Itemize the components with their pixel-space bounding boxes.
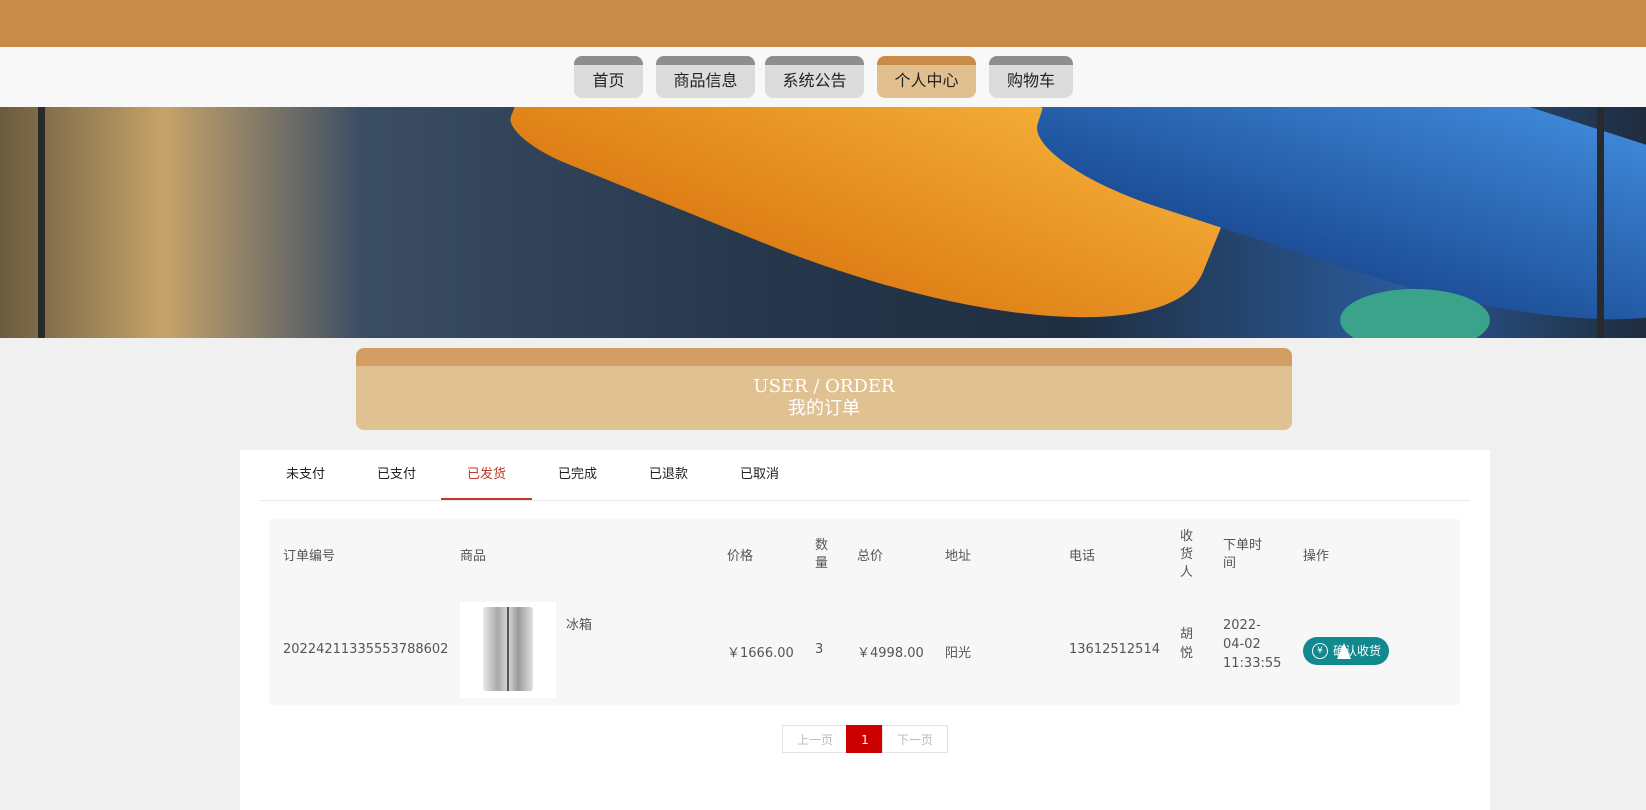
product-name[interactable]: 冰箱 <box>566 614 592 633</box>
order-no: 20224211335553788602 <box>283 642 449 657</box>
col-qty: 数 量 <box>815 538 829 571</box>
orders-table: 订单编号 商品 价格 数 量 总价 地址 电话 收 货 人 下单时 间 操作 2… <box>269 519 1460 705</box>
col-order-no: 订单编号 <box>283 549 336 564</box>
quantity: 3 <box>815 642 824 657</box>
orders-panel: 未支付 已支付 已发货 已完成 已退款 已取消 订单编号 商品 价格 数 量 总… <box>240 450 1490 810</box>
fridge-image <box>483 607 533 691</box>
hero-banner <box>0 107 1646 338</box>
page-title-box: USER / ORDER 我的订单 <box>356 348 1292 430</box>
address: 阳光 <box>945 646 972 661</box>
tab-completed[interactable]: 已完成 <box>532 450 623 500</box>
prev-page-button[interactable]: 上一页 <box>782 725 848 753</box>
order-time: 2022- 04-02 11:33:55 <box>1223 618 1282 671</box>
mouse-cursor-icon <box>1337 643 1351 659</box>
tab-paid[interactable]: 已支付 <box>351 450 442 500</box>
tab-unpaid[interactable]: 未支付 <box>260 450 351 500</box>
product-image[interactable] <box>460 602 556 698</box>
col-price: 价格 <box>727 549 754 564</box>
col-product: 商品 <box>460 549 487 564</box>
phone: 13612512514 <box>1069 642 1160 657</box>
banner-pole <box>1597 107 1604 338</box>
page-1-button[interactable]: 1 <box>846 725 884 753</box>
tab-refunded[interactable]: 已退款 <box>623 450 714 500</box>
top-bar <box>0 0 1646 47</box>
page-title-en: USER / ORDER <box>753 376 895 397</box>
total-price: ￥4998.00 <box>857 646 924 661</box>
receiver: 胡 悦 <box>1180 627 1194 661</box>
col-total: 总价 <box>857 549 884 564</box>
tab-cancelled[interactable]: 已取消 <box>714 450 805 500</box>
col-phone: 电话 <box>1069 549 1096 564</box>
page-title-cn: 我的订单 <box>788 398 860 419</box>
main-nav: 首页 商品信息 系统公告 个人中心 购物车 <box>0 47 1646 107</box>
nav-home[interactable]: 首页 <box>574 56 643 98</box>
col-receiver: 收 货 人 <box>1180 529 1194 580</box>
nav-products[interactable]: 商品信息 <box>656 56 755 98</box>
col-order-time: 下单时 间 <box>1223 538 1263 571</box>
nav-cart[interactable]: 购物车 <box>989 56 1073 98</box>
col-address: 地址 <box>945 549 972 564</box>
tab-shipped[interactable]: 已发货 <box>441 450 532 500</box>
banner-pole <box>38 107 45 338</box>
nav-announcements[interactable]: 系统公告 <box>765 56 864 98</box>
order-status-tabs: 未支付 已支付 已发货 已完成 已退款 已取消 <box>260 450 1470 501</box>
nav-personal-center[interactable]: 个人中心 <box>877 56 976 98</box>
unit-price: ￥1666.00 <box>727 646 794 661</box>
col-action: 操作 <box>1303 549 1330 564</box>
yen-icon: ¥ <box>1312 643 1328 659</box>
title-stripe <box>356 348 1292 366</box>
next-page-button[interactable]: 下一页 <box>882 725 948 753</box>
